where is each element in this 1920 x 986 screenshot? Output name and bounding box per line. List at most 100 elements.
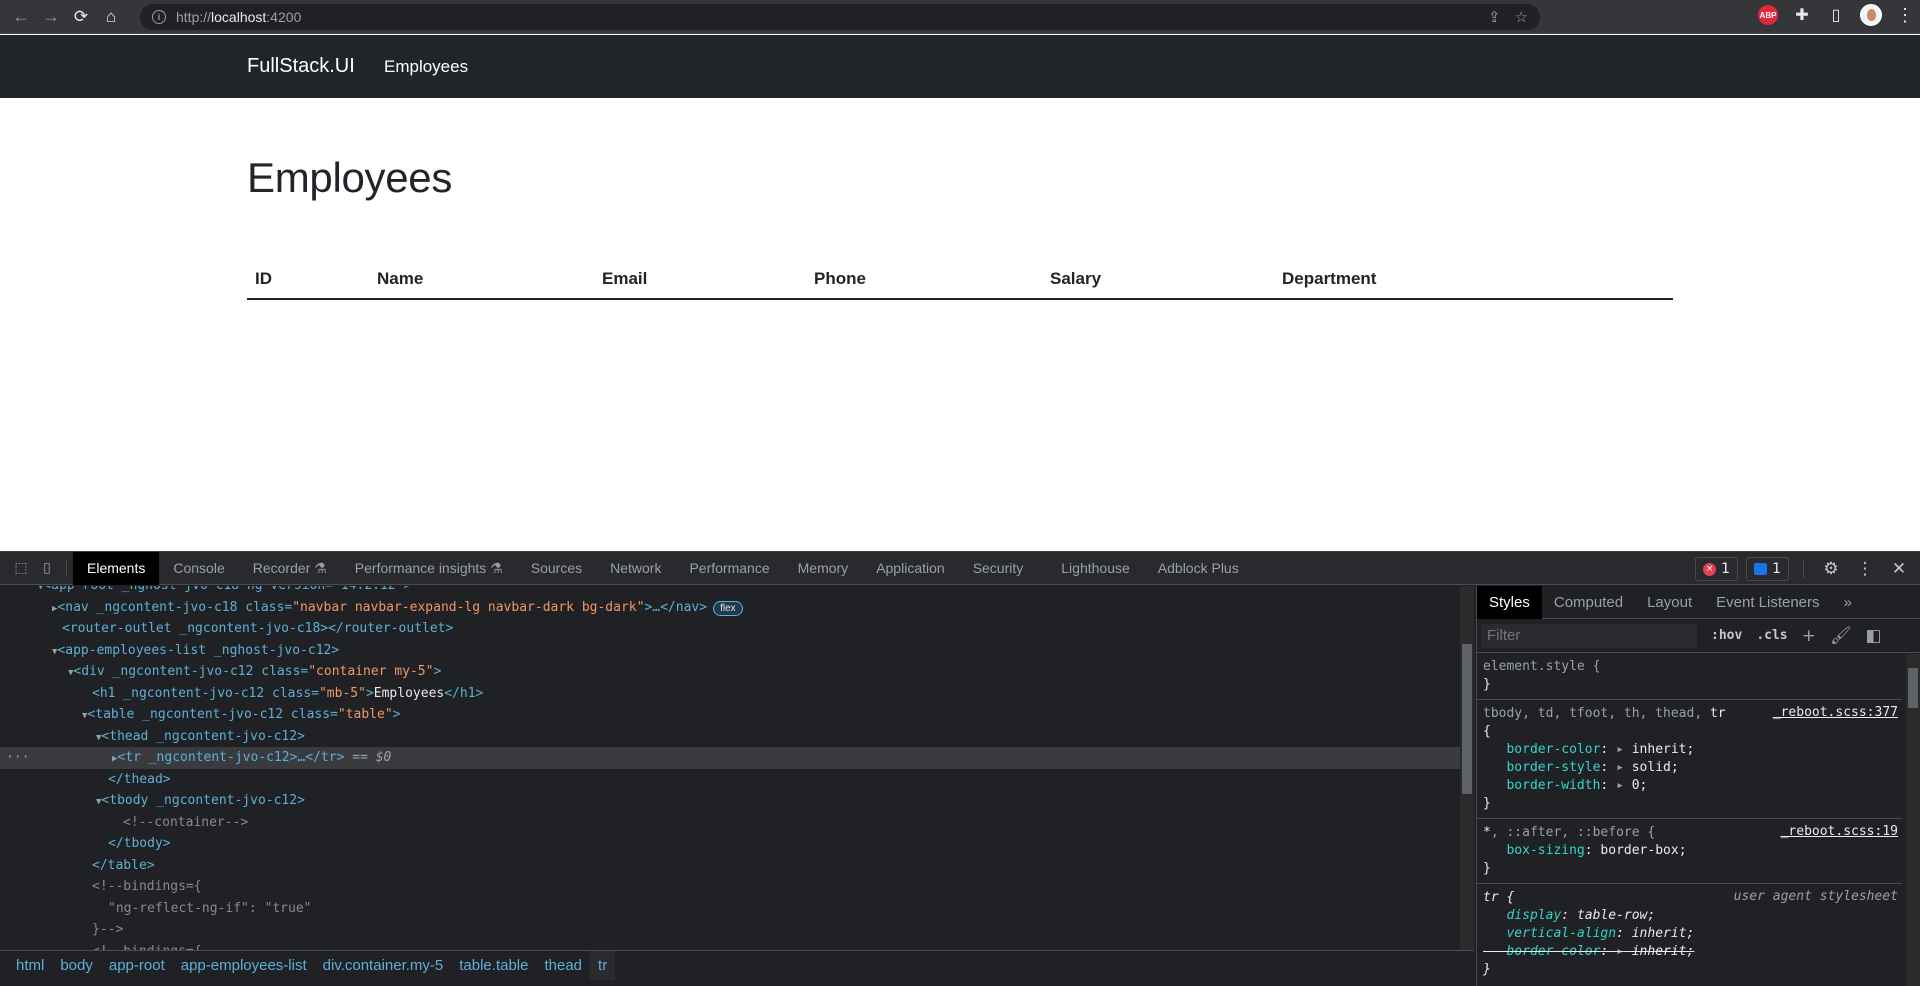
style-rule-user-agent-tr[interactable]: tr { user agent stylesheet display: tabl… bbox=[1477, 884, 1902, 984]
breadcrumb-tr[interactable]: tr bbox=[590, 951, 616, 980]
page-title: Employees bbox=[247, 154, 453, 201]
address-bar[interactable]: i http://localhost:4200 ⇪ ☆ bbox=[140, 4, 1540, 30]
dom-node-bindings-comment[interactable]: <!--bindings={ bbox=[0, 876, 1460, 898]
inspect-element-icon[interactable]: ⬚ bbox=[8, 555, 34, 581]
dom-node-comment[interactable]: <!--container--> bbox=[0, 812, 1460, 834]
dom-tree: ▼<app-root _nghost-jvo-c18 ng-version="1… bbox=[0, 586, 1460, 950]
devtools-tab-console[interactable]: Console bbox=[159, 552, 238, 585]
browser-menu-icon[interactable]: ⋮ bbox=[1896, 5, 1914, 26]
dom-node-div-container[interactable]: ▼<div _ngcontent-jvo-c12 class="containe… bbox=[0, 661, 1460, 683]
profile-avatar[interactable] bbox=[1860, 4, 1882, 26]
breadcrumb-thead[interactable]: thead bbox=[536, 951, 590, 980]
errors-badge[interactable]: × 1 bbox=[1695, 557, 1739, 581]
source-link[interactable]: _reboot.scss:377 bbox=[1773, 705, 1898, 720]
more-options-icon[interactable]: ⋮ bbox=[1852, 556, 1878, 582]
dom-node-thead-close[interactable]: </thead> bbox=[0, 769, 1460, 791]
devtools-tab-elements[interactable]: Elements bbox=[73, 551, 160, 585]
styles-scrollbar[interactable] bbox=[1906, 654, 1920, 986]
breadcrumb-html[interactable]: html bbox=[8, 951, 52, 980]
forward-button[interactable]: → bbox=[36, 2, 66, 32]
dom-breadcrumbs: html body app-root app-employees-list di… bbox=[0, 950, 1474, 980]
bookmark-star-icon[interactable]: ☆ bbox=[1515, 8, 1528, 26]
nav-link-employees[interactable]: Employees bbox=[384, 57, 468, 77]
breadcrumb-app-employees-list[interactable]: app-employees-list bbox=[173, 951, 315, 980]
dom-node-tr-selected[interactable]: ··· ▶<tr _ngcontent-jvo-c12>…</tr> == $0 bbox=[0, 747, 1460, 769]
table-header-row: ID Name Email Phone Salary Department bbox=[247, 261, 1673, 300]
dom-node-tbody[interactable]: ▼<tbody _ngcontent-jvo-c12> bbox=[0, 790, 1460, 812]
devtools-toolbar: ⬚ ▯ Elements Console Recorder ⚗ Performa… bbox=[0, 551, 1920, 585]
scrollbar-thumb[interactable] bbox=[1908, 668, 1918, 708]
devtools-tab-sources[interactable]: Sources bbox=[517, 552, 596, 585]
navbar-brand[interactable]: FullStack.UI bbox=[247, 55, 355, 78]
column-header-salary: Salary bbox=[1042, 261, 1274, 300]
flask-icon: ⚗ bbox=[490, 559, 503, 576]
devtools-tab-recorder[interactable]: Recorder ⚗ bbox=[239, 552, 341, 585]
dom-node-thead[interactable]: ▼<thead _ngcontent-jvo-c12> bbox=[0, 726, 1460, 748]
toggle-sidebar-icon[interactable]: ◧ bbox=[1865, 626, 1881, 646]
dom-node-table-close[interactable]: </table> bbox=[0, 855, 1460, 877]
dom-node-h1[interactable]: <h1 _ngcontent-jvo-c12 class="mb-5">Empl… bbox=[0, 683, 1460, 705]
sidebar-tab-layout[interactable]: Layout bbox=[1635, 586, 1704, 619]
style-rule-reboot-tr[interactable]: tbody, td, tfoot, th, thead, tr _reboot.… bbox=[1477, 700, 1902, 819]
dom-node-nav[interactable]: ▶<nav _ngcontent-jvo-c18 class="navbar n… bbox=[0, 597, 1460, 619]
dom-node-app-root[interactable]: ▼<app-root _nghost-jvo-c18 ng-version="1… bbox=[0, 586, 1460, 597]
devtools-tab-lighthouse[interactable]: Lighthouse bbox=[1047, 552, 1144, 585]
styles-filter-input[interactable] bbox=[1481, 623, 1697, 648]
settings-gear-icon[interactable]: ⚙ bbox=[1818, 556, 1844, 582]
message-icon bbox=[1754, 563, 1768, 575]
browser-toolbar: ← → ⟳ ⌂ i http://localhost:4200 ⇪ ☆ ABP … bbox=[0, 0, 1920, 34]
user-agent-label: user agent stylesheet bbox=[1733, 889, 1898, 904]
source-link[interactable]: _reboot.scss:19 bbox=[1781, 824, 1898, 839]
class-toggle[interactable]: .cls bbox=[1756, 628, 1787, 643]
devtools-tab-adblock-plus[interactable]: Adblock Plus bbox=[1144, 552, 1253, 585]
home-button[interactable]: ⌂ bbox=[96, 2, 126, 32]
paint-roller-icon[interactable]: 🖌 bbox=[1830, 626, 1852, 646]
arrow-right-icon: → bbox=[42, 6, 60, 26]
side-panel-icon[interactable]: ▯ bbox=[1826, 5, 1846, 25]
devtools-tab-security[interactable]: Security bbox=[959, 552, 1038, 585]
flex-badge[interactable]: flex bbox=[713, 600, 743, 616]
sidebar-tab-event-listeners[interactable]: Event Listeners bbox=[1704, 586, 1831, 619]
back-button[interactable]: ← bbox=[6, 2, 36, 32]
dom-node-table[interactable]: ▼<table _ngcontent-jvo-c12 class="table"… bbox=[0, 704, 1460, 726]
close-devtools-icon[interactable]: ✕ bbox=[1886, 556, 1912, 582]
devtools-tab-memory[interactable]: Memory bbox=[784, 552, 863, 585]
reload-button[interactable]: ⟳ bbox=[66, 2, 96, 32]
site-info-icon[interactable]: i bbox=[152, 10, 166, 24]
devtools-tab-application[interactable]: Application bbox=[862, 552, 959, 585]
dom-node-router-outlet[interactable]: <router-outlet _ngcontent-jvo-c18></rout… bbox=[0, 618, 1460, 640]
dom-tree-scrollbar[interactable] bbox=[1460, 586, 1474, 950]
new-style-rule-icon[interactable]: + bbox=[1802, 626, 1816, 646]
devtools-tab-performance[interactable]: Performance bbox=[675, 552, 783, 585]
devtools-tab-network[interactable]: Network bbox=[596, 552, 675, 585]
scrollbar-thumb[interactable] bbox=[1462, 644, 1472, 794]
column-header-phone: Phone bbox=[806, 261, 1042, 300]
devtools-tab-performance-insights[interactable]: Performance insights ⚗ bbox=[341, 552, 517, 585]
hover-state-toggle[interactable]: :hov bbox=[1711, 628, 1742, 643]
device-toolbar-icon[interactable]: ▯ bbox=[34, 555, 60, 581]
breadcrumb-app-root[interactable]: app-root bbox=[101, 951, 173, 980]
page-content: Employees ID Name Email Phone Salary Dep… bbox=[0, 98, 1920, 551]
breadcrumb-div-container[interactable]: div.container.my-5 bbox=[315, 951, 452, 980]
app-navbar: FullStack.UI Employees bbox=[0, 35, 1920, 98]
dom-node-tbody-close[interactable]: </tbody> bbox=[0, 833, 1460, 855]
messages-badge[interactable]: 1 bbox=[1746, 557, 1789, 581]
error-icon: × bbox=[1703, 562, 1717, 576]
styles-rules: element.style { } tbody, td, tfoot, th, … bbox=[1477, 653, 1920, 984]
toolbar-divider bbox=[1803, 560, 1804, 578]
more-dots-icon[interactable]: ··· bbox=[6, 747, 29, 769]
toolbar-divider bbox=[66, 559, 67, 577]
more-tabs-chevron-icon[interactable]: » bbox=[1832, 586, 1864, 619]
sidebar-tab-styles[interactable]: Styles bbox=[1477, 585, 1542, 619]
extensions-puzzle-icon[interactable]: ✚ bbox=[1792, 5, 1812, 25]
style-rule-universal[interactable]: *, ::after, ::before { _reboot.scss:19 b… bbox=[1477, 819, 1902, 884]
breadcrumb-body[interactable]: body bbox=[52, 951, 101, 980]
adblock-plus-icon[interactable]: ABP bbox=[1758, 5, 1778, 25]
breadcrumb-table[interactable]: table.table bbox=[451, 951, 536, 980]
sidebar-tabs: Styles Computed Layout Event Listeners » bbox=[1477, 585, 1920, 619]
dom-node-app-employees-list[interactable]: ▼<app-employees-list _nghost-jvo-c12> bbox=[0, 640, 1460, 662]
dom-node-bindings-comment[interactable]: <!--bindings={ bbox=[0, 941, 1460, 951]
share-icon[interactable]: ⇪ bbox=[1488, 8, 1501, 26]
style-rule-element[interactable]: element.style { } bbox=[1477, 653, 1902, 700]
sidebar-tab-computed[interactable]: Computed bbox=[1542, 586, 1635, 619]
